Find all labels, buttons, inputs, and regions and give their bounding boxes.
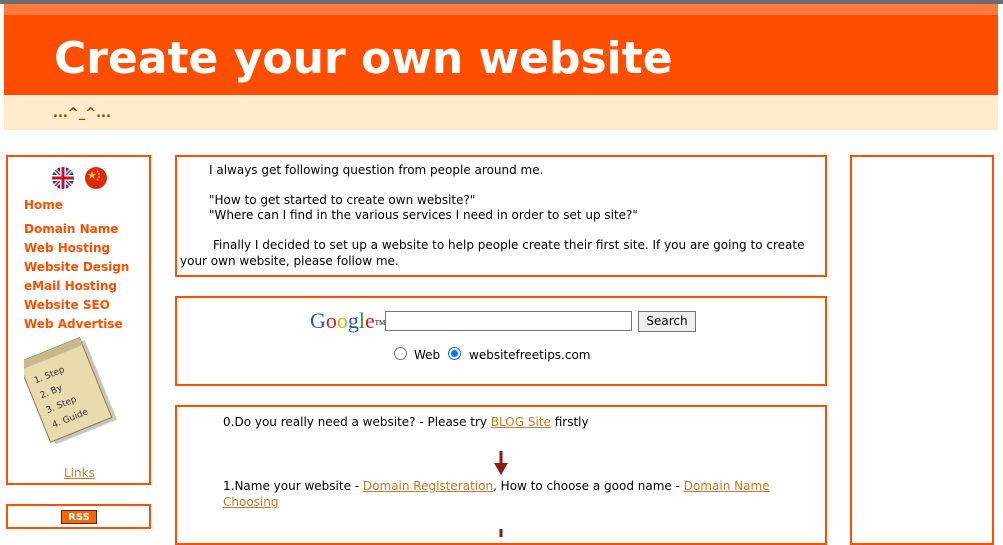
site-header: Create your own website xyxy=(4,4,998,95)
radio-site-label: websitefreetips.com xyxy=(469,348,591,362)
domain-name-choosing-link[interactable]: Domain Name xyxy=(684,479,770,493)
intro-line: I always get following question from peo… xyxy=(209,163,544,177)
radio-web-label: Web xyxy=(414,348,441,362)
step-by-step-note-image: 1. Step 2. By 3. Step 4. Guide xyxy=(24,337,117,445)
steps-box: 0.Do you really need a website? - Please… xyxy=(175,405,827,545)
language-flags xyxy=(52,167,107,189)
step-1-text: 1.Name your website - xyxy=(223,479,363,493)
sidebar-menu: Home Domain Name Web Hosting Website Des… xyxy=(24,196,129,334)
down-arrow-icon xyxy=(494,451,508,475)
radio-site[interactable] xyxy=(448,347,461,360)
site-title: Create your own website xyxy=(54,33,673,84)
blog-site-link[interactable]: BLOG Site xyxy=(491,415,551,429)
google-logo: GoogleTM xyxy=(310,308,386,333)
sidebar-item-home[interactable]: Home xyxy=(24,196,129,215)
domain-registeration-link[interactable]: Domain Registeration xyxy=(363,479,493,493)
uk-flag-icon[interactable] xyxy=(52,167,74,189)
sidebar-item-domain-name[interactable]: Domain Name xyxy=(24,220,129,239)
step-0-tail: firstly xyxy=(550,415,589,429)
search-box: GoogleTM Search Web websitefreetips.com xyxy=(175,296,827,386)
right-column xyxy=(850,155,994,545)
site-subtitle-bar: ...^_^... xyxy=(4,95,998,130)
step-1: 1.Name your website - Domain Registerati… xyxy=(223,479,770,494)
down-arrow-icon-2 xyxy=(499,529,503,537)
sidebar-item-email-hosting[interactable]: eMail Hosting xyxy=(24,277,129,296)
search-input[interactable] xyxy=(385,311,632,331)
header-highlight xyxy=(4,4,998,15)
step-0: 0.Do you really need a website? - Please… xyxy=(223,415,589,430)
step-0-text: 0.Do you really need a website? - Please… xyxy=(223,415,491,429)
domain-name-choosing-link-2[interactable]: Choosing xyxy=(223,495,278,509)
radio-web[interactable] xyxy=(394,347,407,360)
intro-box: I always get following question from peo… xyxy=(175,155,827,277)
intro-quote-2: "Where can I find in the various service… xyxy=(209,208,638,222)
intro-paragraph-line-1: Finally I decided to set up a website to… xyxy=(213,238,805,252)
step-1-line-2: Choosing xyxy=(223,495,278,510)
intro-quote-1: "How to get started to create own websit… xyxy=(209,193,476,207)
intro-paragraph-line-2: your own website, please follow me. xyxy=(180,254,399,268)
sidebar-item-web-advertise[interactable]: Web Advertise xyxy=(24,315,129,334)
site-subtitle: ...^_^... xyxy=(53,106,111,121)
search-button[interactable]: Search xyxy=(638,311,696,332)
sidebar-item-website-design[interactable]: Website Design xyxy=(24,258,129,277)
google-tm: TM xyxy=(374,319,386,327)
rss-button[interactable]: RSS xyxy=(61,510,97,524)
sidebar: Home Domain Name Web Hosting Website Des… xyxy=(6,155,151,485)
rss-box: RSS xyxy=(6,504,151,529)
links-link[interactable]: Links xyxy=(64,466,95,480)
sidebar-item-website-seo[interactable]: Website SEO xyxy=(24,296,129,315)
step-1-mid: , How to choose a good name - xyxy=(493,479,684,493)
china-flag-icon[interactable] xyxy=(85,167,107,189)
sidebar-item-web-hosting[interactable]: Web Hosting xyxy=(24,239,129,258)
